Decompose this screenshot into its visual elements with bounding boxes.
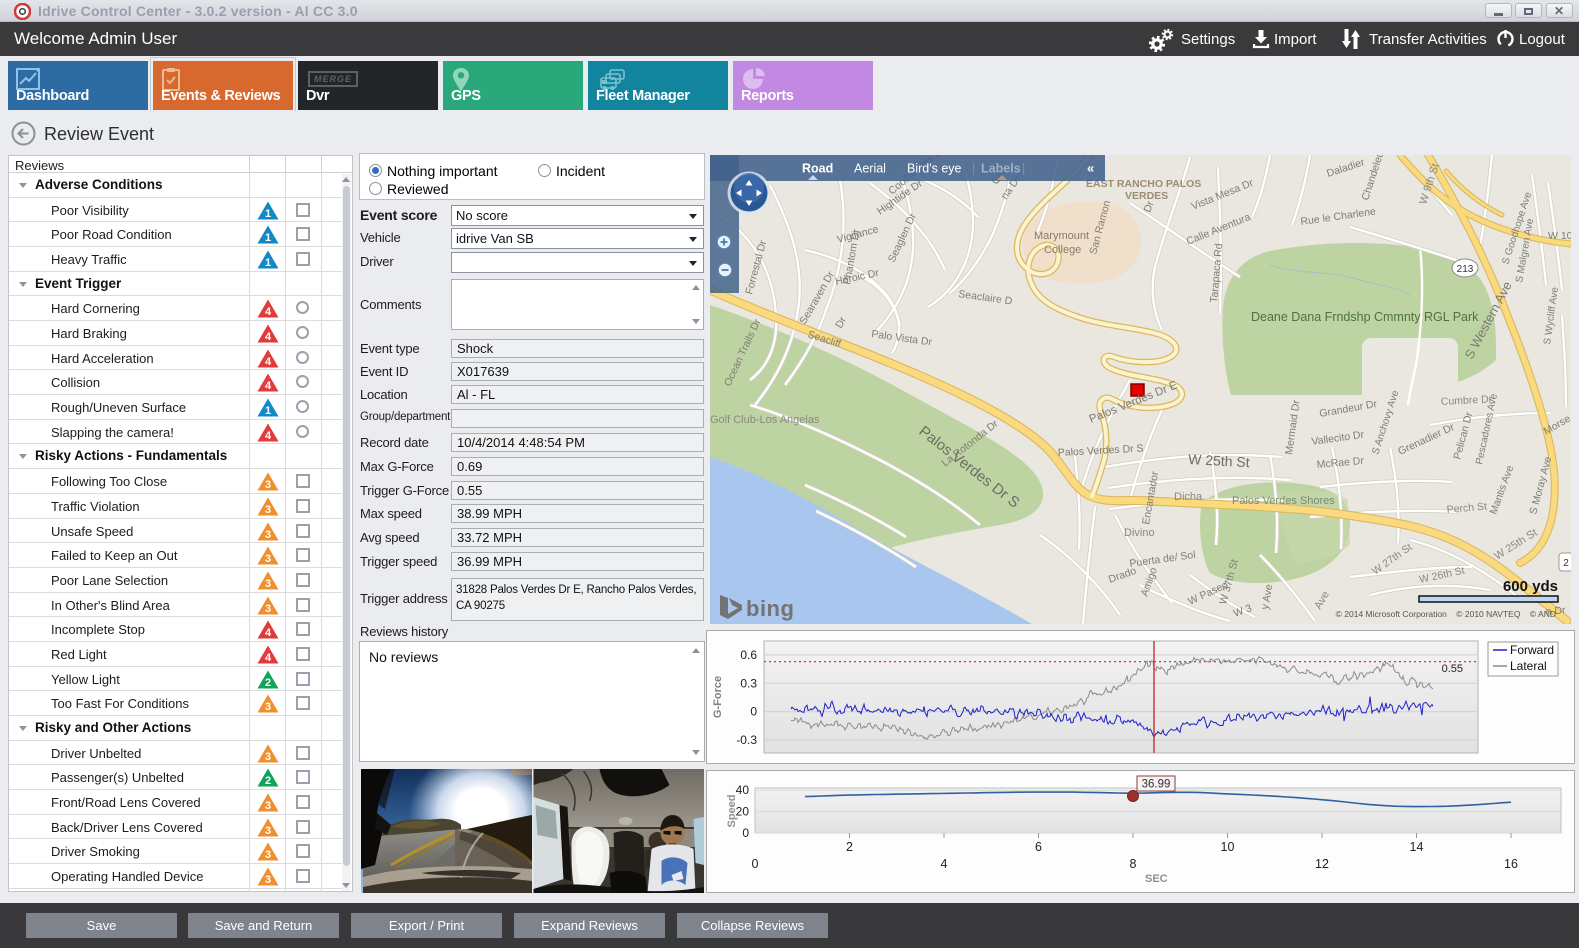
svg-text:0.3: 0.3 xyxy=(740,676,757,690)
svg-text:213: 213 xyxy=(1457,264,1474,275)
svg-text:0.6: 0.6 xyxy=(740,648,757,662)
svg-text:Marymount: Marymount xyxy=(1034,230,1089,242)
svg-text:SEC: SEC xyxy=(1145,873,1168,885)
svg-text:Lateral: Lateral xyxy=(1510,659,1547,673)
svg-text:14: 14 xyxy=(1410,840,1424,854)
svg-text:W 10t: W 10t xyxy=(1548,230,1571,242)
svg-text:bing: bing xyxy=(746,596,794,621)
svg-text:2: 2 xyxy=(265,775,271,787)
svg-text:|: | xyxy=(972,162,975,176)
svg-text:36.99: 36.99 xyxy=(1142,779,1171,791)
svg-text:3: 3 xyxy=(265,874,271,886)
svg-text:4: 4 xyxy=(265,331,272,343)
svg-text:4: 4 xyxy=(265,306,272,318)
svg-text:3: 3 xyxy=(265,529,271,541)
svg-text:|: | xyxy=(1022,162,1025,176)
svg-text:1: 1 xyxy=(265,208,271,220)
svg-text:Road: Road xyxy=(802,162,833,176)
svg-text:Deane Dana Frndshp Cmmnty RGL: Deane Dana Frndshp Cmmnty RGL Park xyxy=(1251,310,1479,324)
svg-text:4: 4 xyxy=(265,356,272,368)
svg-text:3: 3 xyxy=(265,751,271,763)
svg-text:Golf Club-Los Angelas: Golf Club-Los Angelas xyxy=(710,414,820,426)
svg-text:Labels: Labels xyxy=(981,162,1021,176)
svg-text:3: 3 xyxy=(265,553,271,565)
svg-text:3: 3 xyxy=(265,849,271,861)
svg-text:8: 8 xyxy=(1130,857,1137,871)
svg-text:1: 1 xyxy=(265,257,271,269)
svg-text:1: 1 xyxy=(265,405,271,417)
svg-text:2: 2 xyxy=(846,840,853,854)
svg-text:4: 4 xyxy=(265,380,272,392)
svg-text:Speed: Speed xyxy=(726,794,738,827)
svg-text:3: 3 xyxy=(265,479,271,491)
svg-text:0.55: 0.55 xyxy=(1442,663,1463,675)
svg-text:0: 0 xyxy=(742,826,749,840)
svg-text:-0.3: -0.3 xyxy=(736,733,757,747)
svg-text:3: 3 xyxy=(265,825,271,837)
svg-text:0: 0 xyxy=(750,705,757,719)
svg-text:4: 4 xyxy=(265,430,272,442)
svg-text:3: 3 xyxy=(265,800,271,812)
svg-text:2: 2 xyxy=(1563,558,1569,569)
svg-text:Divino: Divino xyxy=(1124,527,1155,539)
svg-text:Bird's eye: Bird's eye xyxy=(907,162,962,176)
svg-text:600 yds: 600 yds xyxy=(1503,578,1558,595)
svg-text:0: 0 xyxy=(752,857,759,871)
svg-text:W 25th St: W 25th St xyxy=(1188,451,1250,470)
svg-text:4: 4 xyxy=(265,652,272,664)
svg-text:2: 2 xyxy=(265,677,271,689)
svg-text:3: 3 xyxy=(265,603,271,615)
svg-text:Palos Verdes Shores: Palos Verdes Shores xyxy=(1232,495,1335,507)
svg-text:4: 4 xyxy=(941,857,948,871)
svg-text:Forward: Forward xyxy=(1510,643,1554,657)
svg-text:G-Force: G-Force xyxy=(712,676,724,718)
svg-text:6: 6 xyxy=(1035,840,1042,854)
svg-text:3: 3 xyxy=(265,578,271,590)
svg-text:3: 3 xyxy=(265,701,271,713)
svg-text:© 2014 Microsoft Corporation: © 2014 Microsoft Corporation © 2010 NAVT… xyxy=(1336,609,1556,619)
svg-text:4: 4 xyxy=(265,627,272,639)
svg-text:16: 16 xyxy=(1504,857,1518,871)
svg-text:10: 10 xyxy=(1221,840,1235,854)
svg-text:College: College xyxy=(1044,244,1081,256)
svg-text:Dicha: Dicha xyxy=(1174,491,1203,503)
svg-text:3: 3 xyxy=(265,504,271,516)
svg-text:1: 1 xyxy=(265,232,271,244)
svg-text:«: « xyxy=(1087,161,1094,176)
svg-text:Aerial: Aerial xyxy=(854,162,886,176)
svg-text:12: 12 xyxy=(1315,857,1329,871)
